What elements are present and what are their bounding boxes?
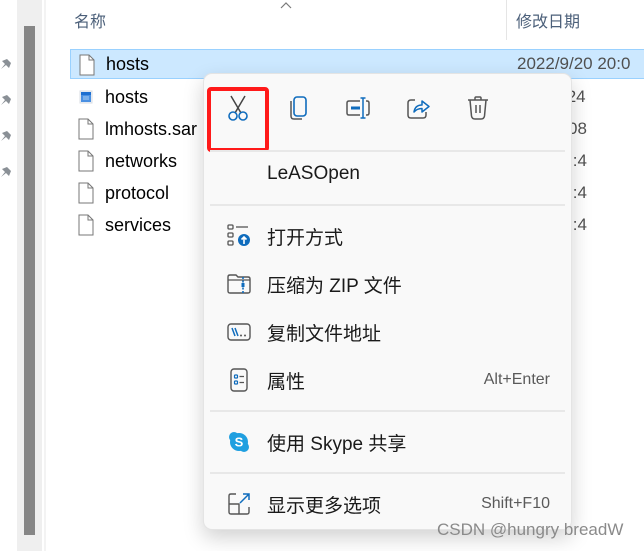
file-name: protocol xyxy=(105,182,170,203)
pin-icon[interactable] xyxy=(0,130,12,142)
file-name: hosts xyxy=(105,86,149,107)
menu-item-properties[interactable]: 属性 Alt+Enter xyxy=(204,358,571,402)
navigation-pane xyxy=(0,0,17,551)
menu-separator xyxy=(210,410,565,412)
share-icon xyxy=(407,99,430,119)
menu-separator xyxy=(210,472,565,474)
file-icon xyxy=(78,214,94,236)
file-icon xyxy=(78,150,94,172)
open-with-icon xyxy=(226,223,252,249)
rename-button[interactable] xyxy=(338,88,378,128)
file-name: lmhosts.sar xyxy=(105,118,198,139)
pin-icon[interactable] xyxy=(0,166,12,178)
file-name: services xyxy=(105,214,172,235)
column-header-date-modified[interactable]: 修改日期 xyxy=(516,0,580,40)
menu-item-leasopen[interactable]: LeASOpen xyxy=(204,152,571,196)
more-options-icon xyxy=(226,491,252,517)
file-icon xyxy=(79,54,95,76)
copy-button[interactable] xyxy=(278,88,318,128)
menu-item-label: LeASOpen xyxy=(267,163,360,184)
menu-item-label: 打开方式 xyxy=(267,227,344,249)
menu-item-label: 复制文件地址 xyxy=(267,323,382,345)
file-name: hosts xyxy=(106,53,150,74)
menu-item-open-with[interactable]: 打开方式 xyxy=(204,214,571,258)
file-name: networks xyxy=(105,150,178,171)
column-divider[interactable] xyxy=(506,0,507,40)
pane-divider[interactable] xyxy=(44,0,46,551)
file-icon xyxy=(78,118,94,140)
menu-separator xyxy=(210,204,565,206)
pin-icon[interactable] xyxy=(0,94,12,106)
calendar-file-icon xyxy=(79,90,93,104)
copy-icon xyxy=(290,96,307,120)
menu-item-label: 属性 xyxy=(267,371,306,393)
zip-folder-icon xyxy=(226,271,252,297)
context-menu-toolbar xyxy=(204,74,571,152)
watermark: CSDN @hungry breadW xyxy=(437,520,624,539)
menu-item-compress-zip[interactable]: 压缩为 ZIP 文件 xyxy=(204,262,571,306)
file-icon xyxy=(78,182,94,204)
sort-ascending-icon xyxy=(280,2,292,9)
skype-icon: S xyxy=(226,429,252,455)
cut-highlight-box xyxy=(207,87,269,152)
delete-button[interactable] xyxy=(458,88,498,128)
pin-icon[interactable] xyxy=(0,58,12,70)
rename-icon xyxy=(346,97,370,119)
trash-icon xyxy=(468,96,488,120)
share-button[interactable] xyxy=(398,88,438,128)
menu-item-shortcut: Shift+F10 xyxy=(481,495,550,512)
column-header-name[interactable]: 名称 xyxy=(74,0,106,40)
menu-item-label: 显示更多选项 xyxy=(267,495,382,517)
scrollbar-thumb[interactable] xyxy=(24,26,35,535)
menu-item-label: 使用 Skype 共享 xyxy=(267,433,407,455)
file-date: 2022/9/20 20:0 xyxy=(517,54,631,73)
menu-item-shortcut: Alt+Enter xyxy=(483,371,550,388)
menu-item-label: 压缩为 ZIP 文件 xyxy=(267,275,402,297)
properties-icon xyxy=(226,367,252,393)
copy-path-icon xyxy=(226,319,252,345)
svg-text:S: S xyxy=(235,435,244,450)
menu-item-copy-path[interactable]: 复制文件地址 xyxy=(204,310,571,354)
menu-item-share-skype[interactable]: S 使用 Skype 共享 xyxy=(204,420,571,464)
context-menu: LeASOpen 打开方式 压缩为 ZIP 文件 复制文件地址 属性 Alt+E… xyxy=(203,73,572,530)
